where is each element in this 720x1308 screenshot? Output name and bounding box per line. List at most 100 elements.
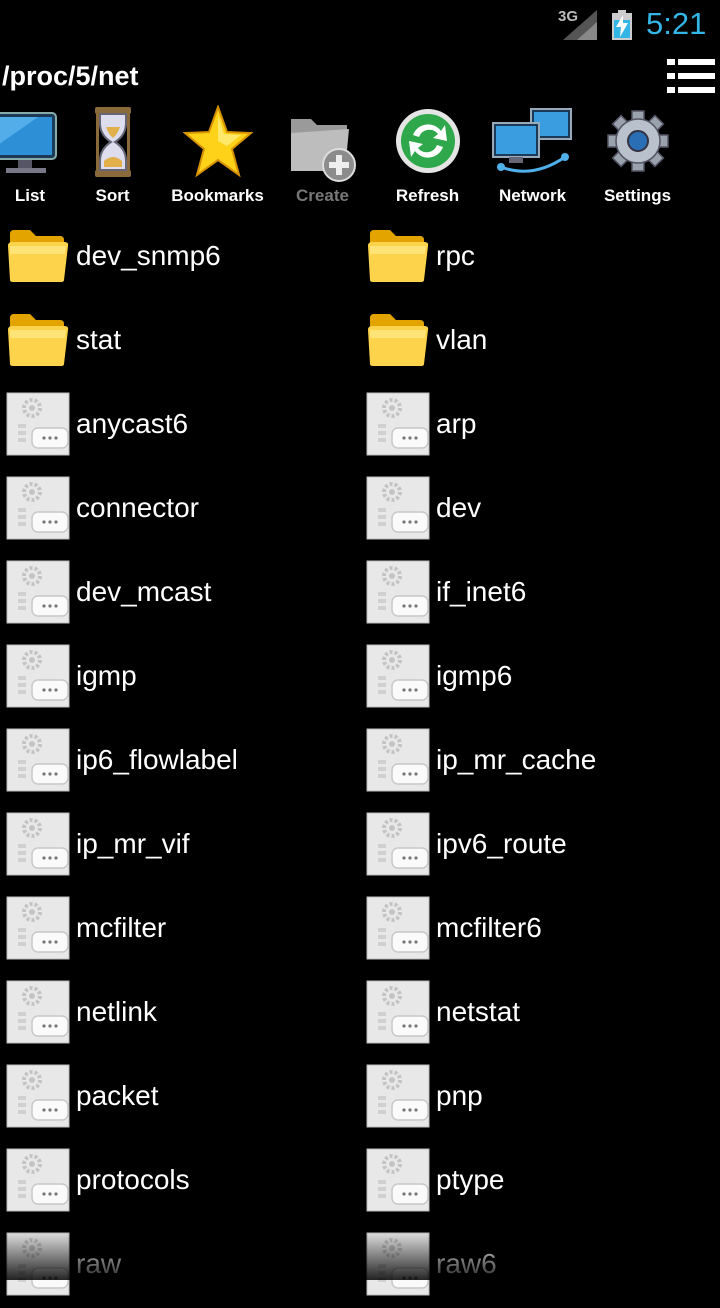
file-item[interactable]: raw6 (360, 1224, 720, 1308)
system-file-icon (366, 1148, 430, 1212)
hourglass-icon (94, 107, 131, 177)
item-name: ipv6_route (436, 828, 567, 859)
sort-label: Sort (95, 186, 130, 205)
item-name: if_inet6 (436, 576, 527, 607)
system-file-icon (6, 1148, 70, 1212)
refresh-icon (395, 109, 460, 173)
network-icon (491, 108, 572, 173)
file-item[interactable]: pnp (360, 1056, 720, 1140)
folder-item[interactable]: stat (0, 300, 360, 384)
file-grid: dev_snmp6 rpc stat vlan anycast6 arp connector… (0, 216, 720, 1308)
system-file-icon (366, 476, 430, 540)
item-name: dev_snmp6 (76, 240, 221, 271)
system-file-icon (366, 1232, 430, 1296)
folder-item[interactable]: rpc (360, 216, 720, 300)
settings-button[interactable]: Settings (585, 103, 690, 211)
new-folder-icon (290, 119, 356, 182)
network-button[interactable]: Network (480, 103, 585, 211)
system-file-icon (6, 980, 70, 1044)
system-file-icon (366, 812, 430, 876)
system-file-icon (6, 476, 70, 540)
file-item[interactable]: mcfilter (0, 888, 360, 972)
item-name: netstat (436, 996, 521, 1027)
file-item[interactable]: connector (0, 468, 360, 552)
system-file-icon (6, 1232, 70, 1296)
file-item[interactable]: if_inet6 (360, 552, 720, 636)
item-name: netlink (76, 996, 157, 1027)
item-name: dev (436, 492, 482, 523)
file-item[interactable]: ip6_flowlabel (0, 720, 360, 804)
file-item[interactable]: anycast6 (0, 384, 360, 468)
list-button[interactable]: List (0, 103, 60, 211)
system-file-icon (6, 392, 70, 456)
bookmarks-button[interactable]: Bookmarks (165, 103, 270, 211)
network-label: Network (498, 186, 567, 205)
file-item[interactable]: packet (0, 1056, 360, 1140)
folder-item[interactable]: dev_snmp6 (0, 216, 360, 300)
file-item[interactable]: ipv6_route (360, 804, 720, 888)
toolbar: List Sort Bookmarks Create Refresh Netwo… (0, 103, 720, 211)
system-file-icon (6, 728, 70, 792)
file-item[interactable]: mcfilter6 (360, 888, 720, 972)
refresh-label: Refresh (395, 186, 460, 205)
file-item[interactable]: dev_mcast (0, 552, 360, 636)
create-label: Create (296, 186, 349, 205)
item-name: dev_mcast (76, 576, 212, 607)
folder-icon (368, 314, 429, 366)
sort-button[interactable]: Sort (60, 103, 165, 211)
file-item[interactable]: igmp6 (360, 636, 720, 720)
current-path: /proc/5/net (2, 61, 139, 91)
item-name: ip_mr_cache (436, 744, 597, 775)
list-menu-icon[interactable] (667, 58, 715, 94)
system-file-icon (6, 644, 70, 708)
folder-icon (368, 230, 429, 282)
create-button[interactable]: Create (270, 103, 375, 211)
item-name: raw (76, 1248, 122, 1279)
file-item[interactable]: dev (360, 468, 720, 552)
system-file-icon (6, 896, 70, 960)
system-file-icon (6, 1064, 70, 1128)
system-file-icon (366, 980, 430, 1044)
signal-icon (563, 10, 597, 40)
item-name: connector (76, 492, 199, 523)
file-item[interactable]: ptype (360, 1140, 720, 1224)
folder-icon (8, 230, 69, 282)
system-file-icon (366, 560, 430, 624)
file-item[interactable]: netlink (0, 972, 360, 1056)
item-name: anycast6 (76, 408, 189, 439)
system-file-icon (6, 560, 70, 624)
item-name: mcfilter6 (436, 912, 542, 943)
system-file-icon (366, 728, 430, 792)
file-item[interactable]: protocols (0, 1140, 360, 1224)
battery-charging-icon (612, 10, 632, 40)
refresh-button[interactable]: Refresh (375, 103, 480, 211)
clock: 5:21 (646, 6, 707, 41)
file-item[interactable]: ip_mr_cache (360, 720, 720, 804)
file-item[interactable]: netstat (360, 972, 720, 1056)
system-file-icon (366, 896, 430, 960)
gear-icon (606, 110, 669, 172)
file-item[interactable]: raw (0, 1224, 360, 1308)
item-name: stat (76, 324, 122, 355)
item-name: raw6 (436, 1248, 497, 1279)
item-name: ip6_flowlabel (76, 744, 238, 775)
path-bar: /proc/5/net (0, 52, 720, 102)
item-name: igmp6 (436, 660, 513, 691)
item-name: ptype (436, 1164, 505, 1195)
system-file-icon (366, 644, 430, 708)
file-item[interactable]: arp (360, 384, 720, 468)
item-name: arp (436, 408, 477, 439)
status-bar: 3G 5:21 (0, 0, 720, 50)
star-icon (182, 105, 253, 178)
bookmarks-label: Bookmarks (171, 186, 264, 205)
item-name: vlan (436, 324, 488, 355)
file-item[interactable]: ip_mr_vif (0, 804, 360, 888)
system-file-icon (366, 1064, 430, 1128)
settings-label: Settings (603, 186, 672, 205)
item-name: protocols (76, 1164, 190, 1195)
file-item[interactable]: igmp (0, 636, 360, 720)
folder-icon (8, 314, 69, 366)
monitor-icon (0, 112, 57, 173)
system-file-icon (6, 812, 70, 876)
folder-item[interactable]: vlan (360, 300, 720, 384)
